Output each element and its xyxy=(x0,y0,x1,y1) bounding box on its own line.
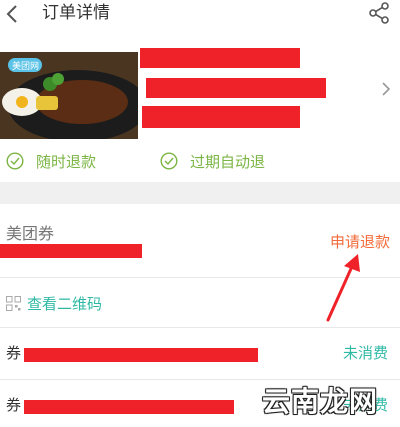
redacted-deal-info xyxy=(142,106,300,128)
share-icon[interactable] xyxy=(368,2,390,24)
request-refund-button[interactable]: 申请退款 xyxy=(330,231,390,252)
deal-summary[interactable]: 美团网 xyxy=(0,36,400,140)
section-divider xyxy=(0,182,400,204)
badge-refund-anytime: 随时退款 xyxy=(6,151,96,171)
coupon-label: 美团券 xyxy=(6,224,55,243)
redacted-deal-title xyxy=(140,48,300,68)
badge-auto-refund: 过期自动退 xyxy=(160,151,265,171)
coupon-status: 未消费 xyxy=(342,344,388,362)
page-title: 订单详情 xyxy=(42,3,110,23)
check-circle-icon xyxy=(160,152,178,170)
check-circle-icon xyxy=(6,152,24,170)
coupon-code-row: 券 未消费 xyxy=(0,328,400,380)
watermark-text: 云南龙网 xyxy=(262,385,379,418)
view-qr-link[interactable]: 查看二维码 xyxy=(27,293,102,314)
chevron-left-icon[interactable] xyxy=(2,3,24,25)
qr-code-icon xyxy=(6,296,21,311)
redacted-coupon-code xyxy=(24,348,258,362)
deal-thumbnail: 美团网 xyxy=(0,44,138,139)
badge-label: 过期自动退 xyxy=(190,152,266,171)
chevron-right-icon xyxy=(382,82,391,96)
annotation-arrow xyxy=(326,254,360,322)
svg-text:美团网: 美团网 xyxy=(12,60,39,72)
redacted-coupon-code xyxy=(24,400,234,414)
coupon-code-prefix: 券 xyxy=(6,396,22,414)
coupon-code-prefix: 券 xyxy=(6,344,22,362)
badge-label: 随时退款 xyxy=(36,152,97,171)
watermark: 云南龙网 xyxy=(256,378,400,420)
redacted-coupon-info xyxy=(0,244,142,258)
top-bar: 订单详情 xyxy=(0,0,400,36)
redacted-deal-price xyxy=(146,78,326,98)
service-badges: 随时退款 过期自动退 xyxy=(0,140,400,182)
